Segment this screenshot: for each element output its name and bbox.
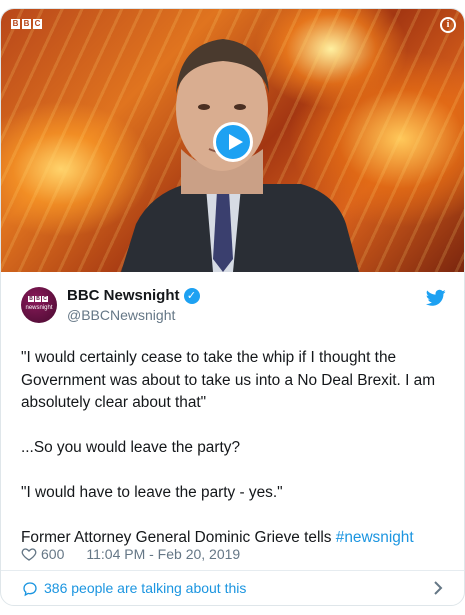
tweet-paragraph: "I would certainly cease to take the whi… bbox=[21, 349, 436, 411]
tweet-paragraph bbox=[21, 505, 446, 528]
talking-about-this-link[interactable]: 386 people are talking about this bbox=[44, 580, 246, 597]
verified-badge-icon: ✓ bbox=[183, 288, 200, 304]
tweet-paragraph: "I would have to leave the party - yes." bbox=[21, 484, 283, 501]
twitter-bird-icon[interactable] bbox=[426, 289, 446, 307]
avatar-newsnight-text: newsnight bbox=[25, 305, 53, 311]
tweet-last-line-text: Former Attorney General Dominic Grieve t… bbox=[21, 529, 336, 546]
like-count[interactable]: 600 bbox=[41, 546, 64, 562]
avatar-bbc-logo: B B C bbox=[28, 296, 48, 302]
chevron-right-icon[interactable] bbox=[432, 579, 444, 597]
name-row: BBC Newsnight ✓ bbox=[67, 287, 200, 305]
hashtag-link[interactable]: #newsnight bbox=[336, 529, 414, 546]
tweet-paragraph: ...So you would leave the party? bbox=[21, 439, 241, 456]
tweet-paragraph bbox=[21, 460, 446, 483]
tweet-paragraph bbox=[21, 415, 446, 438]
embedded-tweet-card[interactable]: B B C i B B C newsnight BBC Newsnight ✓ … bbox=[0, 8, 465, 606]
bbc-logo-letter: C bbox=[33, 19, 42, 29]
speech-bubble-icon bbox=[23, 582, 37, 597]
play-icon[interactable] bbox=[213, 122, 253, 162]
avatar-logo-letter: C bbox=[42, 296, 48, 302]
user-handle[interactable]: @BBCNewsnight bbox=[67, 307, 175, 323]
avatar-logo-letter: B bbox=[28, 296, 34, 302]
avatar-logo-letter: B bbox=[35, 296, 41, 302]
tweet-header: B B C newsnight BBC Newsnight ✓ @BBCNews… bbox=[21, 287, 446, 327]
bbc-logo-letter: B bbox=[22, 19, 31, 29]
bbc-channel-logo: B B C bbox=[11, 19, 42, 29]
tweet-timestamp[interactable]: 11:04 PM - Feb 20, 2019 bbox=[86, 546, 240, 562]
bbc-logo-letter: B bbox=[11, 19, 20, 29]
video-thumbnail[interactable]: B B C i bbox=[1, 9, 464, 272]
display-name[interactable]: BBC Newsnight bbox=[67, 287, 180, 305]
info-icon[interactable]: i bbox=[440, 17, 456, 33]
heart-icon[interactable] bbox=[21, 546, 37, 562]
talking-footer[interactable]: 386 people are talking about this bbox=[1, 570, 464, 605]
avatar[interactable]: B B C newsnight bbox=[21, 287, 57, 323]
tweet-meta: 600 11:04 PM - Feb 20, 2019 bbox=[21, 546, 240, 562]
tweet-text: "I would certainly cease to take the whi… bbox=[21, 347, 446, 550]
